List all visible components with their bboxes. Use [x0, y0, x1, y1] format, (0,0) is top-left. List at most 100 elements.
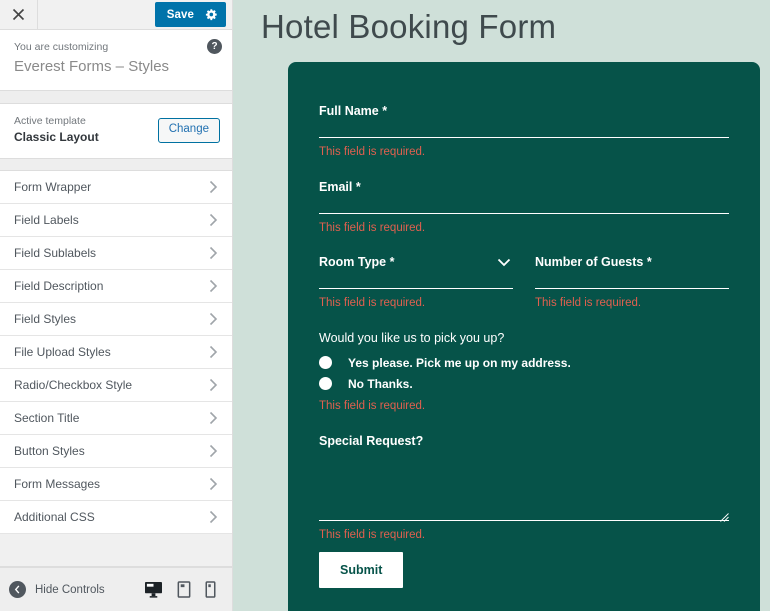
sidebar-item-radio-checkbox-style[interactable]: Radio/Checkbox Style [0, 369, 232, 402]
arrow-left-icon [9, 581, 26, 598]
sidebar-filler [0, 534, 232, 567]
device-preview-group [144, 581, 222, 598]
spacer [319, 312, 729, 329]
guests-error: This field is required. [535, 295, 729, 312]
sidebar-item-label: Section Title [14, 411, 209, 425]
tablet-preview-icon[interactable] [177, 581, 191, 598]
customizer-topbar: Save [0, 0, 232, 30]
guests-field-group: Number of Guests * This field is require… [535, 253, 729, 312]
save-button-label: Save [167, 9, 194, 21]
room-type-label: Room Type * [319, 253, 513, 272]
change-template-button[interactable]: Change [158, 118, 220, 143]
hide-controls-button[interactable]: Hide Controls [9, 581, 144, 598]
sidebar-item-form-wrapper[interactable]: Form Wrapper [0, 171, 232, 204]
email-input[interactable] [319, 200, 729, 214]
help-icon[interactable]: ? [207, 39, 222, 54]
close-icon[interactable] [0, 0, 38, 29]
customizer-section-list: Form Wrapper Field Labels Field Sublabel… [0, 171, 232, 534]
sidebar-item-form-messages[interactable]: Form Messages [0, 468, 232, 501]
hotel-booking-form: Full Name * This field is required. Emai… [288, 62, 760, 611]
customizer-footer: Hide Controls [0, 567, 232, 611]
special-request-textarea[interactable] [319, 455, 729, 521]
room-type-select[interactable] [319, 275, 513, 289]
sidebar-item-field-sublabels[interactable]: Field Sublabels [0, 237, 232, 270]
sidebar-item-button-styles[interactable]: Button Styles [0, 435, 232, 468]
full-name-error: This field is required. [319, 144, 729, 161]
special-request-error: This field is required. [319, 527, 729, 544]
full-name-field-group: Full Name * This field is required. [319, 102, 729, 161]
sidebar-item-field-description[interactable]: Field Description [0, 270, 232, 303]
sidebar-item-label: Field Description [14, 279, 209, 293]
sidebar-item-label: Additional CSS [14, 510, 209, 524]
active-template-text: Active template Classic Layout [14, 114, 158, 147]
pickup-field-group: Would you like us to pick you up? Yes pl… [319, 329, 729, 415]
desktop-preview-icon[interactable] [144, 581, 163, 598]
sidebar-item-label: Radio/Checkbox Style [14, 378, 209, 392]
customizing-label: You are customizing [14, 40, 218, 55]
sidebar-item-section-title[interactable]: Section Title [0, 402, 232, 435]
sidebar-item-label: File Upload Styles [14, 345, 209, 359]
customizing-panel: You are customizing Everest Forms – Styl… [0, 30, 232, 91]
sidebar-item-field-styles[interactable]: Field Styles [0, 303, 232, 336]
pickup-option-label: Yes please. Pick me up on my address. [348, 356, 571, 370]
template-divider [0, 159, 232, 171]
customizer-screen: Save You are customizing Everest Forms –… [0, 0, 770, 611]
chevron-right-icon [209, 213, 218, 227]
mobile-preview-icon[interactable] [205, 581, 216, 598]
active-template-name: Classic Layout [14, 129, 158, 146]
chevron-right-icon [209, 246, 218, 260]
special-request-field-group: Special Request? This field is required. [319, 432, 729, 544]
resize-handle-icon[interactable] [720, 509, 729, 518]
chevron-right-icon [209, 477, 218, 491]
pickup-option-yes[interactable]: Yes please. Pick me up on my address. [319, 356, 729, 370]
chevron-right-icon [209, 312, 218, 326]
sidebar-item-label: Form Wrapper [14, 180, 209, 194]
sidebar-item-label: Field Sublabels [14, 246, 209, 260]
pickup-error: This field is required. [319, 398, 729, 415]
chevron-right-icon [209, 510, 218, 524]
chevron-right-icon [209, 444, 218, 458]
chevron-right-icon [209, 411, 218, 425]
special-request-label: Special Request? [319, 432, 729, 451]
spacer [319, 161, 729, 178]
sidebar-item-label: Button Styles [14, 444, 209, 458]
radio-icon [319, 377, 332, 390]
gear-icon[interactable] [205, 8, 218, 21]
panel-divider [0, 91, 232, 104]
sidebar-item-label: Field Styles [14, 312, 209, 326]
room-type-field-group: Room Type * This field is required. [319, 253, 513, 312]
pickup-question-label: Would you like us to pick you up? [319, 329, 729, 348]
sidebar-item-label: Field Labels [14, 213, 209, 227]
sidebar-item-field-labels[interactable]: Field Labels [0, 204, 232, 237]
sidebar-item-file-upload-styles[interactable]: File Upload Styles [0, 336, 232, 369]
pickup-option-label: No Thanks. [348, 377, 413, 391]
chevron-right-icon [209, 279, 218, 293]
email-field-group: Email * This field is required. [319, 178, 729, 237]
full-name-label: Full Name * [319, 102, 729, 121]
chevron-right-icon [209, 345, 218, 359]
sidebar-item-additional-css[interactable]: Additional CSS [0, 501, 232, 534]
full-name-input[interactable] [319, 124, 729, 138]
spacer [319, 415, 729, 432]
page-title: Everest Forms – Styles [14, 57, 218, 77]
help-icon-glyph: ? [211, 42, 217, 52]
chevron-right-icon [209, 378, 218, 392]
room-type-error: This field is required. [319, 295, 513, 312]
pickup-option-no[interactable]: No Thanks. [319, 377, 729, 391]
chevron-right-icon [209, 180, 218, 194]
guests-label: Number of Guests * [535, 253, 729, 272]
customizer-sidebar: Save You are customizing Everest Forms –… [0, 0, 233, 611]
active-template-row: Active template Classic Layout Change [0, 104, 232, 159]
submit-button[interactable]: Submit [319, 552, 403, 588]
email-error: This field is required. [319, 220, 729, 237]
topbar-spacer [38, 0, 155, 29]
preview-pane: Hotel Booking Form Full Name * This fiel… [233, 0, 770, 611]
sidebar-item-label: Form Messages [14, 477, 209, 491]
save-button[interactable]: Save [155, 2, 226, 27]
radio-icon [319, 356, 332, 369]
hide-controls-label: Hide Controls [35, 584, 105, 596]
preview-page-title: Hotel Booking Form [233, 0, 770, 50]
email-label: Email * [319, 178, 729, 197]
active-template-label: Active template [14, 114, 158, 129]
guests-input[interactable] [535, 275, 729, 289]
